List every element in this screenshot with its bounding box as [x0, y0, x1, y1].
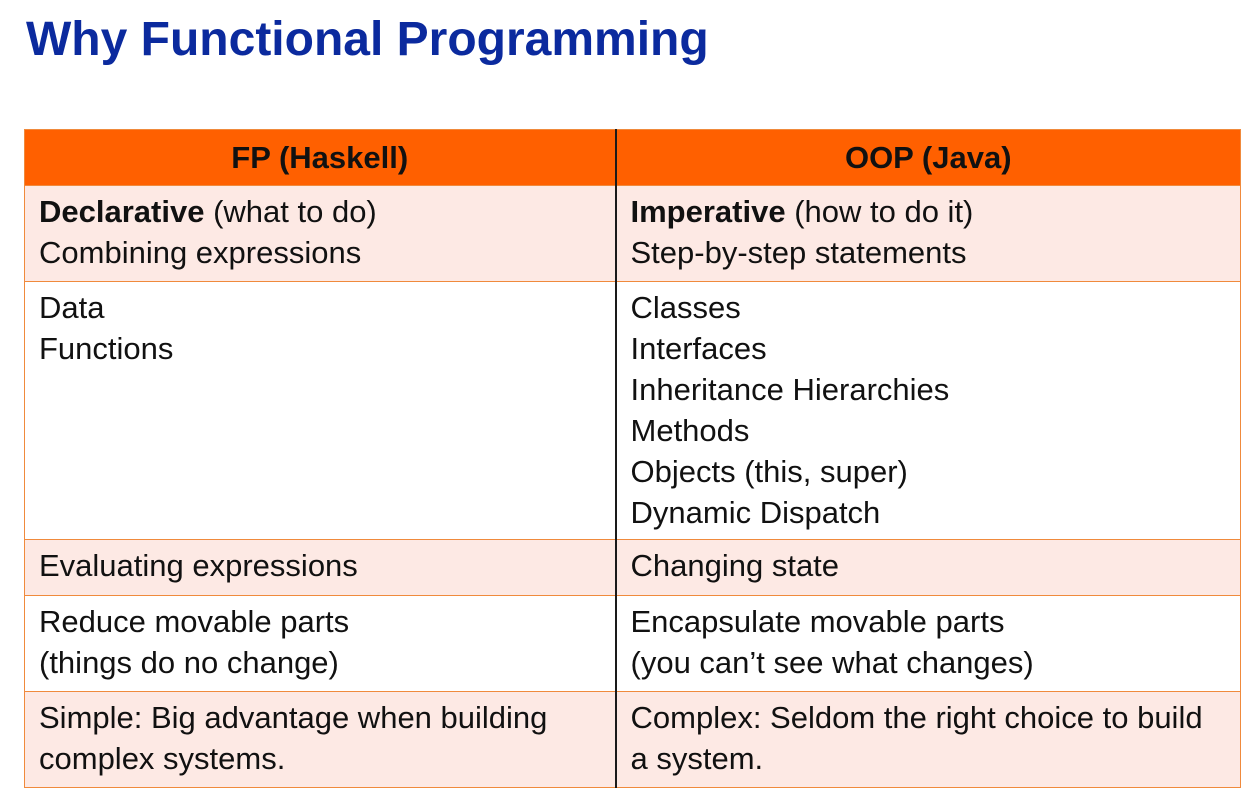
computation-row: Evaluating expressions Changing state	[24, 539, 1241, 596]
slide-title: Why Functional Programming	[26, 13, 709, 66]
fp-computation-cell: Evaluating expressions	[24, 539, 616, 596]
fp-complexity-text: Simple: Big advantage when building comp…	[39, 700, 548, 776]
fp-paradigm-cell: Declarative (what to do) Combining expre…	[24, 185, 616, 282]
oop-building-blocks-cell: Classes Interfaces Inheritance Hierarchi…	[614, 281, 1241, 540]
header-row: FP (Haskell) OOP (Java)	[24, 129, 1241, 186]
fp-column-header: FP (Haskell)	[24, 129, 616, 186]
oop-building-block-item: Inheritance Hierarchies	[630, 372, 950, 407]
fp-paradigm-note: (what to do)	[204, 194, 377, 229]
building-blocks-row: Data Functions Classes Interfaces Inheri…	[24, 281, 1241, 540]
fp-paradigm-description: Combining expressions	[39, 235, 362, 270]
fp-movable-parts-line: (things do no change)	[39, 645, 339, 680]
complexity-row: Simple: Big advantage when building comp…	[24, 691, 1241, 788]
paradigm-row: Declarative (what to do) Combining expre…	[24, 185, 1241, 282]
oop-complexity-text: Complex: Seldom the right choice to buil…	[630, 700, 1203, 776]
oop-building-block-item: Methods	[630, 413, 750, 448]
movable-parts-row: Reduce movable parts (things do no chang…	[24, 595, 1241, 692]
oop-paradigm-description: Step-by-step statements	[630, 235, 967, 270]
oop-building-block-item: Objects (this, super)	[630, 454, 908, 489]
oop-movable-parts-line: Encapsulate movable parts	[630, 604, 1005, 639]
fp-building-block-item: Data	[39, 290, 105, 325]
fp-paradigm-line: Declarative (what to do)	[39, 191, 601, 232]
oop-computation-cell: Changing state	[614, 539, 1241, 596]
oop-building-block-item: Interfaces	[630, 331, 767, 366]
fp-computation-text: Evaluating expressions	[39, 548, 358, 583]
oop-building-block-item: Classes	[630, 290, 741, 325]
oop-movable-parts-cell: Encapsulate movable parts (you can’t see…	[614, 595, 1241, 692]
fp-complexity-cell: Simple: Big advantage when building comp…	[24, 691, 616, 788]
oop-column-header: OOP (Java)	[614, 129, 1241, 186]
oop-building-block-item: Dynamic Dispatch	[630, 495, 881, 530]
oop-movable-parts-line: (you can’t see what changes)	[630, 645, 1034, 680]
fp-movable-parts-line: Reduce movable parts	[39, 604, 350, 639]
comparison-table: FP (Haskell) OOP (Java) Declarative (wha…	[24, 129, 1241, 788]
fp-movable-parts-cell: Reduce movable parts (things do no chang…	[24, 595, 616, 692]
oop-computation-text: Changing state	[630, 548, 840, 583]
fp-building-block-item: Functions	[39, 331, 174, 366]
oop-complexity-cell: Complex: Seldom the right choice to buil…	[614, 691, 1241, 788]
fp-paradigm-keyword: Declarative	[39, 194, 205, 229]
oop-paradigm-keyword: Imperative	[630, 194, 786, 229]
oop-paradigm-cell: Imperative (how to do it) Step-by-step s…	[614, 185, 1241, 282]
oop-paradigm-line: Imperative (how to do it)	[631, 191, 1227, 232]
oop-paradigm-note: (how to do it)	[785, 194, 974, 229]
fp-building-blocks-cell: Data Functions	[24, 281, 616, 540]
